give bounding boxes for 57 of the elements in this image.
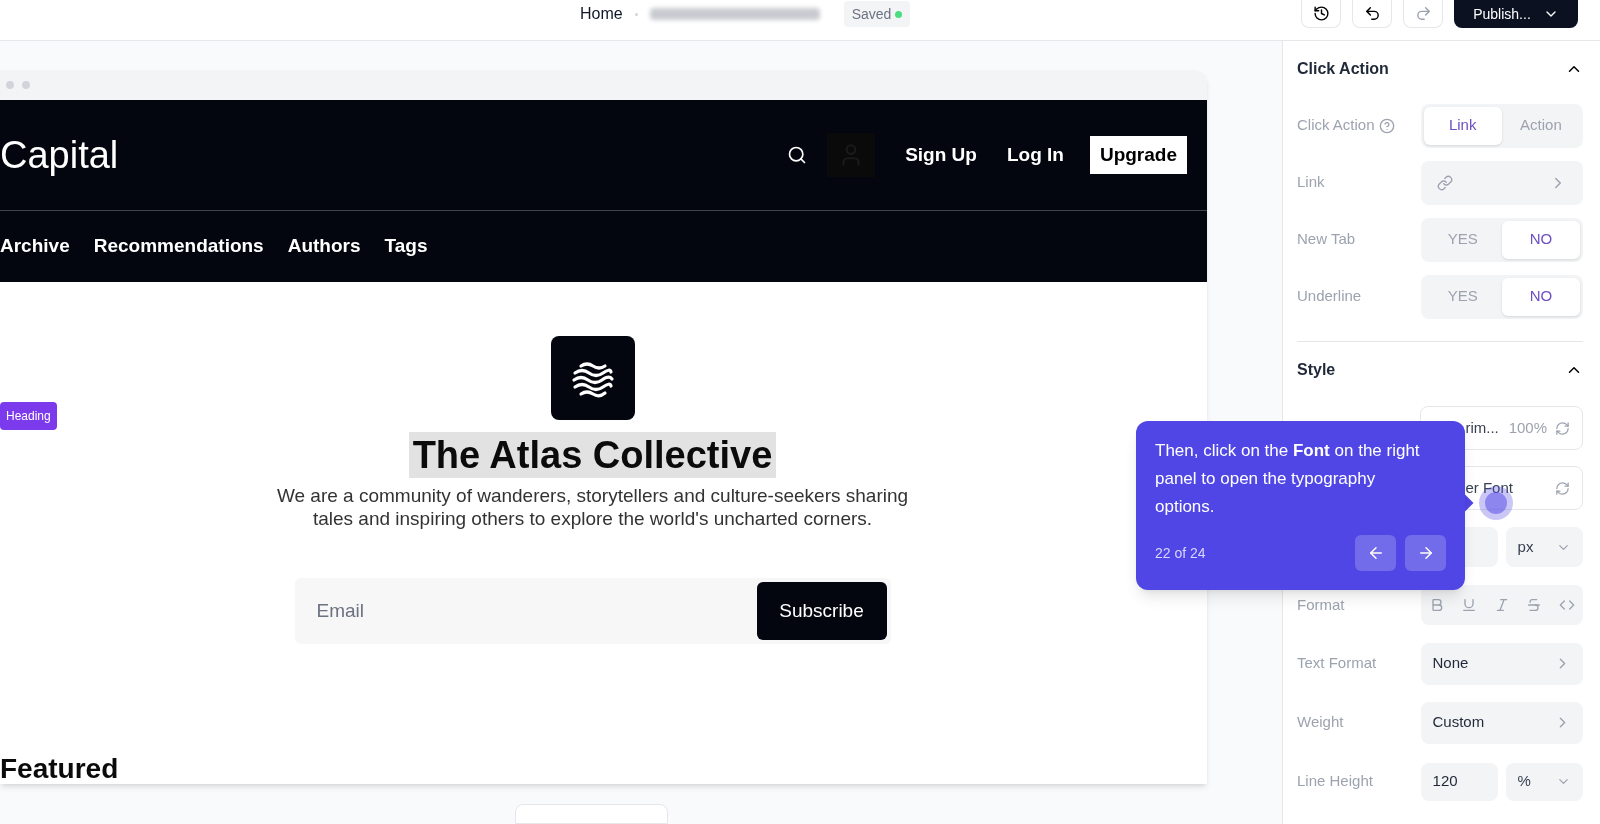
breadcrumb-home[interactable]: Home <box>580 2 623 26</box>
section-title: Click Action <box>1297 59 1389 79</box>
field-label: Underline <box>1297 286 1362 307</box>
nav-link[interactable]: Authors <box>287 232 361 261</box>
unit-dropdown[interactable]: % <box>1505 762 1583 801</box>
underline-icon[interactable] <box>1461 597 1478 613</box>
upgrade-button[interactable]: Upgrade <box>1089 136 1187 174</box>
field-label: Text Format <box>1297 653 1377 674</box>
unit-dropdown[interactable]: px <box>1505 527 1583 567</box>
nav-link[interactable]: Recommendations <box>93 232 264 261</box>
history-button[interactable] <box>1301 0 1341 28</box>
field-label: Weight <box>1297 712 1344 733</box>
code-icon[interactable] <box>1559 597 1575 613</box>
font-name: er Font <box>1465 477 1513 498</box>
segment-option[interactable]: NO <box>1501 277 1580 316</box>
color-name: rim... <box>1465 417 1499 438</box>
saved-badge: Saved <box>843 1 911 27</box>
field-label: Format <box>1297 594 1345 615</box>
nav-link[interactable]: Archive <box>0 232 70 261</box>
undo-icon <box>1363 5 1381 22</box>
subscribe-button[interactable]: Subscribe <box>756 582 887 640</box>
publish-button[interactable]: Publish... <box>1454 0 1578 28</box>
header-link[interactable]: Sign Up <box>905 140 977 170</box>
site-logo[interactable]: Capital <box>0 126 119 184</box>
section-title: Style <box>1297 360 1336 380</box>
select-field[interactable]: None <box>1420 642 1583 685</box>
field-label: Line Height <box>1297 771 1373 792</box>
field-label: New Tab <box>1297 229 1356 250</box>
nav-link[interactable]: Tags <box>384 232 428 261</box>
element-badge: Heading <box>0 402 57 430</box>
select-field[interactable]: Custom <box>1420 701 1583 744</box>
tooltip-text: Then, click on the Font on the right panel to open the typography options. <box>1155 440 1421 518</box>
refresh-icon[interactable] <box>1555 480 1570 496</box>
field-label: Link <box>1297 172 1325 193</box>
section-heading: Featured <box>0 752 119 785</box>
segment-option[interactable]: Link <box>1423 106 1502 145</box>
refresh-icon[interactable] <box>1555 420 1570 436</box>
link-icon <box>1436 174 1453 191</box>
site-title: The Atlas Collective <box>408 432 777 478</box>
header-link[interactable]: Log In <box>1006 140 1064 170</box>
strikethrough-icon[interactable] <box>1526 597 1543 613</box>
history-icon <box>1312 5 1330 22</box>
email-field[interactable]: Email Subscribe <box>294 578 891 644</box>
number-input[interactable]: 120 <box>1420 762 1498 801</box>
step-counter: 22 of 24 <box>1155 543 1206 563</box>
help-icon[interactable] <box>1378 117 1395 134</box>
redo-icon <box>1414 5 1432 22</box>
previous-button[interactable] <box>1355 535 1396 571</box>
redo-button[interactable] <box>1403 0 1443 28</box>
field-label: Click Action <box>1297 115 1375 136</box>
site-description: We are a community of wanderers, storytellers and culture-seekers sharing tales and inspiring others to explore the world's uncharted corners. <box>275 484 910 530</box>
link-field[interactable] <box>1420 160 1583 205</box>
next-button[interactable] <box>1405 535 1446 571</box>
segment-option[interactable]: NO <box>1501 220 1580 259</box>
undo-button[interactable] <box>1352 0 1392 28</box>
search-icon[interactable] <box>787 145 808 165</box>
opacity-value: 100% <box>1508 417 1547 438</box>
